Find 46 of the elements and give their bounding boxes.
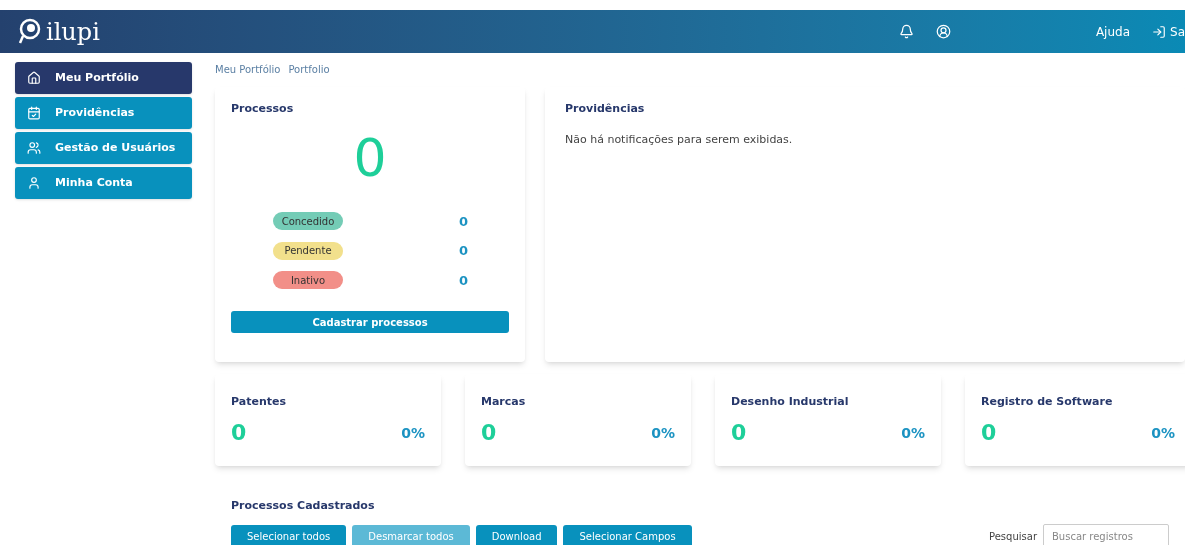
status-badge: Inativo xyxy=(273,271,343,290)
logo-icon xyxy=(18,17,42,46)
stat-percent: 0% xyxy=(401,424,425,443)
user-icon xyxy=(27,176,41,190)
sidebar-item[interactable]: Providências xyxy=(15,97,192,129)
users-icon xyxy=(27,141,41,155)
status-count: 0 xyxy=(459,271,469,290)
stat-percent: 0% xyxy=(901,424,925,443)
empty-message: Não há notificações para serem exibidas. xyxy=(565,131,794,148)
help-link[interactable]: Ajuda xyxy=(1095,22,1130,41)
search-field[interactable]: Buscar registros xyxy=(1043,524,1169,545)
status-badge: Concedido xyxy=(273,212,343,231)
section-title: Processos Cadastrados xyxy=(231,499,375,512)
calendar-icon xyxy=(27,106,41,120)
register-processes-button[interactable]: Cadastrar processos xyxy=(231,311,509,333)
action-button[interactable]: Selecionar Campos xyxy=(563,525,692,545)
stat-count: 0 xyxy=(481,422,497,444)
stat-title: Desenho Industrial xyxy=(731,395,849,408)
action-button[interactable]: Selecionar todos xyxy=(231,525,347,545)
stat-count: 0 xyxy=(231,422,247,444)
stat-title: Patentes xyxy=(231,395,286,408)
home-icon xyxy=(27,71,41,85)
stat-percent: 0% xyxy=(651,424,675,443)
search-label: Pesquisar xyxy=(989,529,1037,544)
breadcrumb-current: Portfolio xyxy=(288,63,330,77)
notification-icon[interactable] xyxy=(898,24,914,39)
stat-count: 0 xyxy=(731,422,747,444)
action-button[interactable]: Download xyxy=(475,525,558,545)
stat-percent: 0% xyxy=(1151,424,1175,443)
profile-icon[interactable] xyxy=(935,24,951,39)
card-title: Processos xyxy=(231,101,295,117)
stat-title: Marcas xyxy=(481,395,526,408)
status-count: 0 xyxy=(459,212,469,231)
breadcrumb-link[interactable]: Meu Portfólio xyxy=(215,62,281,79)
stat-title: Registro de Software xyxy=(981,395,1113,408)
logo-text: ilupi xyxy=(46,19,100,44)
sidebar-item[interactable]: Gestão de Usuários xyxy=(15,132,192,164)
total-count: 0 xyxy=(353,131,387,184)
status-badge: Pendente xyxy=(273,241,343,260)
sidebar-item[interactable]: Meu Portfólio xyxy=(15,62,192,94)
stat-count: 0 xyxy=(981,422,997,444)
card-title: Providências xyxy=(565,101,646,117)
logout-icon xyxy=(1152,24,1166,39)
status-count: 0 xyxy=(459,242,469,260)
logout-button[interactable]: Sa xyxy=(1152,22,1185,41)
sidebar-item[interactable]: Minha Conta xyxy=(15,167,192,199)
